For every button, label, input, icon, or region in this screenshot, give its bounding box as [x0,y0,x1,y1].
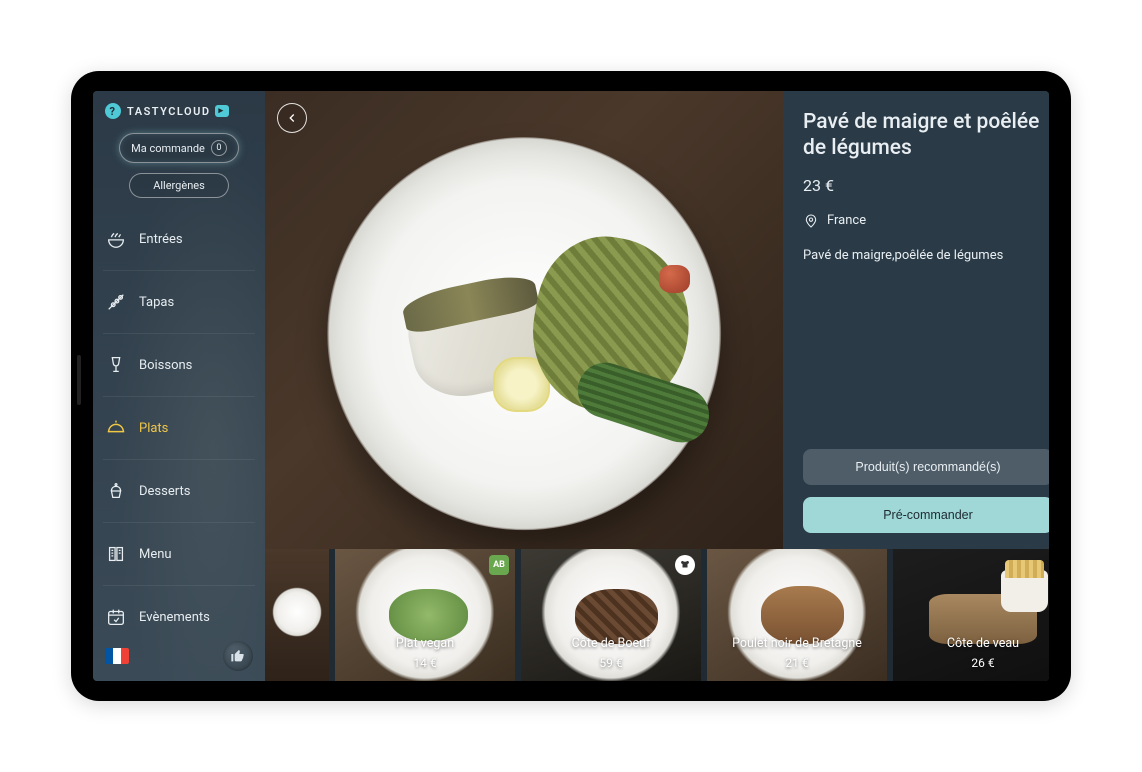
back-button[interactable] [277,103,307,133]
thumb-name: Côte de veau [947,636,1019,651]
nav-evenements[interactable]: Evènements [103,602,255,632]
cupcake-icon [105,480,127,502]
detail-actions: Produit(s) recommandé(s) Pré-commander [803,449,1049,533]
thumb-item-4[interactable]: Côte de veau 26 € [893,549,1049,681]
thumb-price: 59 € [521,655,701,671]
nav-label: Entrées [139,232,183,247]
skewer-icon [105,291,127,313]
wine-glass-icon [105,354,127,376]
bowl-icon [105,228,127,250]
dish-description: Pavé de maigre,poêlée de légumes [803,247,1049,266]
thumb-item-3[interactable]: Poulet noir de Bretagne 21 € [707,549,887,681]
dish-image [265,91,783,549]
brand-row: ? TASTYCLOUD ▸ [103,103,255,119]
hero-row: Pavé de maigre et poêlée de légumes 23 €… [265,91,1049,549]
divider [103,270,255,271]
divider [103,333,255,334]
allergens-label: Allergènes [153,179,205,192]
help-icon[interactable]: ? [105,103,121,119]
nav-tapas[interactable]: Tapas [103,287,255,317]
divider [103,585,255,586]
nav-label: Tapas [139,295,174,310]
dish-thumbnails[interactable]: AB Plat vegan 14 € Côte de Boeuf [265,549,1049,681]
order-label: Ma commande [131,142,205,155]
food-tomato [659,265,690,292]
tablet-frame: ? TASTYCLOUD ▸ Ma commande 0 Allergènes … [71,71,1071,701]
sidebar-footer [103,637,255,671]
brand-name: TASTYCLOUD [127,105,211,118]
dish-detail-panel: Pavé de maigre et poêlée de légumes 23 €… [783,91,1049,549]
nav-menu[interactable]: Menu [103,539,255,569]
nav-label: Boissons [139,358,192,373]
menu-book-icon [105,543,127,565]
location-pin-icon [803,213,819,229]
main-area: Pavé de maigre et poêlée de légumes 23 €… [265,91,1049,681]
my-order-button[interactable]: Ma commande 0 [119,133,239,163]
language-flag-fr[interactable] [105,648,129,664]
dish-title: Pavé de maigre et poêlée de légumes [803,109,1049,162]
nav-label: Plats [139,421,168,436]
app-screen: ? TASTYCLOUD ▸ Ma commande 0 Allergènes … [93,91,1049,681]
nav-boissons[interactable]: Boissons [103,350,255,380]
divider [103,396,255,397]
chef-badge-icon [675,555,695,575]
thumb-name: Plat vegan [396,636,454,651]
dish-price: 23 € [803,176,1049,195]
nav-desserts[interactable]: Desserts [103,476,255,506]
nav-label: Evènements [139,610,210,625]
brand-badge-icon: ▸ [215,105,229,117]
thumb-item-0[interactable] [265,549,329,681]
dish-origin: France [803,213,1049,229]
thumb-item-1[interactable]: AB Plat vegan 14 € [335,549,515,681]
thumb-name: Côte de Boeuf [572,636,651,651]
order-count-badge: 0 [211,140,227,156]
sidebar: ? TASTYCLOUD ▸ Ma commande 0 Allergènes … [93,91,265,681]
cloche-icon [105,417,127,439]
thumb-name: Poulet noir de Bretagne [732,636,862,651]
like-button[interactable] [223,641,253,671]
thumb-item-2[interactable]: Côte de Boeuf 59 € [521,549,701,681]
calendar-icon [105,606,127,628]
nav-label: Desserts [139,484,190,499]
divider [103,459,255,460]
divider [103,522,255,523]
preorder-button[interactable]: Pré-commander [803,497,1049,533]
category-nav: Entrées Tapas Boissons [103,224,255,632]
thumb-price: 14 € [335,655,515,671]
thumb-price: 26 € [893,655,1049,671]
nav-entrees[interactable]: Entrées [103,224,255,254]
recommended-products-button[interactable]: Produit(s) recommandé(s) [803,449,1049,485]
thumb-price: 21 € [707,655,887,671]
allergens-button[interactable]: Allergènes [129,173,229,198]
organic-badge-icon: AB [489,555,509,575]
nav-plats[interactable]: Plats [103,413,255,443]
nav-label: Menu [139,547,172,562]
origin-label: France [827,213,866,228]
